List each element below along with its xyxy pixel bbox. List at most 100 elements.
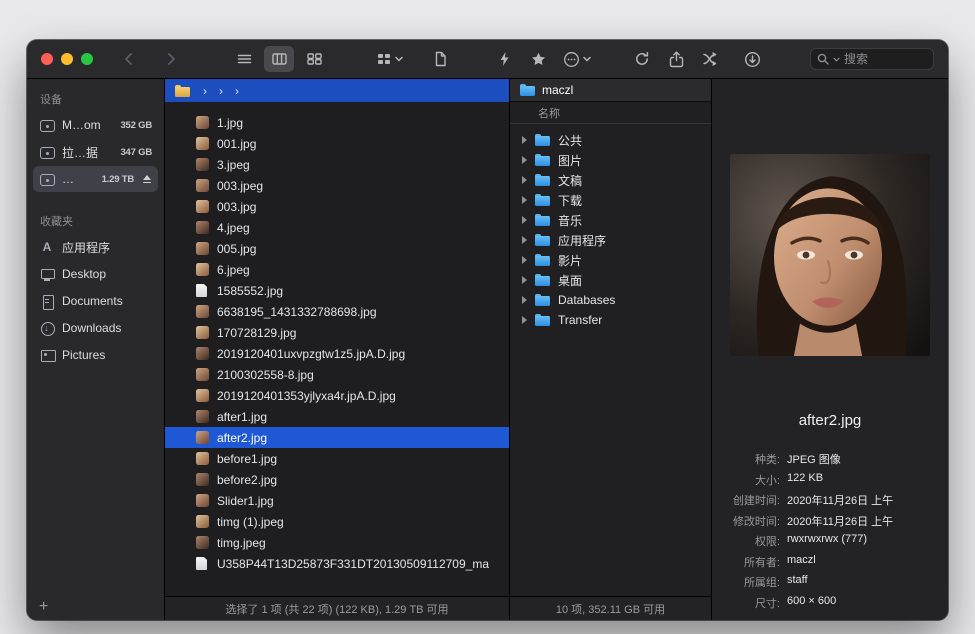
file-name: 003.jpeg <box>217 179 263 193</box>
folder-row[interactable]: 文稿 <box>510 170 711 190</box>
sidebar-favorite-item[interactable]: Documents <box>33 288 158 314</box>
file-row[interactable]: before2.jpg <box>165 469 509 490</box>
sidebar-item-label: … <box>62 172 74 186</box>
file-thumbnail-icon <box>196 242 209 255</box>
file-info-value: rwxrwxrwx (777) <box>787 533 948 549</box>
file-row[interactable]: Slider1.jpg <box>165 490 509 511</box>
file-row[interactable]: 1.jpg <box>165 112 509 133</box>
folder-row[interactable]: Transfer <box>510 310 711 330</box>
sidebar-item-icon <box>39 348 55 362</box>
gallery-view-button[interactable] <box>299 46 329 72</box>
file-row[interactable]: 005.jpg <box>165 238 509 259</box>
refresh-button[interactable] <box>630 46 654 72</box>
file-row[interactable]: 4.jpeg <box>165 217 509 238</box>
disclosure-triangle-icon[interactable] <box>522 276 527 284</box>
file-info-label: 修改时间: <box>720 513 780 529</box>
back-button[interactable] <box>117 46 141 72</box>
column-view-button[interactable] <box>264 46 294 72</box>
eject-icon[interactable] <box>141 174 152 185</box>
disclosure-triangle-icon[interactable] <box>522 296 527 304</box>
file-row[interactable]: timg.jpeg <box>165 532 509 553</box>
group-by-button[interactable] <box>373 46 406 72</box>
disclosure-triangle-icon[interactable] <box>522 256 527 264</box>
search-input[interactable] <box>844 52 927 66</box>
folder-row[interactable]: 桌面 <box>510 270 711 290</box>
file-row[interactable]: after1.jpg <box>165 406 509 427</box>
folder-row[interactable]: Databases <box>510 290 711 310</box>
disclosure-triangle-icon[interactable] <box>522 216 527 224</box>
lightning-icon <box>498 51 511 67</box>
folder-name: 影片 <box>558 252 582 269</box>
breadcrumb-segment[interactable] <box>229 84 245 98</box>
disclosure-triangle-icon[interactable] <box>522 156 527 164</box>
merge-arrows-button[interactable] <box>698 46 722 72</box>
sidebar-favorite-item[interactable]: Downloads <box>33 315 158 341</box>
file-row[interactable]: 2019120401uxvpzgtw1z5.jpA.D.jpg <box>165 343 509 364</box>
file-row[interactable]: U358P44T13D25873F331DT20130509112709_ma <box>165 553 509 574</box>
disclosure-triangle-icon[interactable] <box>522 316 527 324</box>
sidebar-device-item[interactable]: 拉…据 347 GB <box>33 139 158 165</box>
forward-button[interactable] <box>159 46 183 72</box>
sidebar-favorite-item[interactable]: 应用程序 <box>33 234 158 260</box>
file-row[interactable]: 2019120401353yjlyxa4r.jpA.D.jpg <box>165 385 509 406</box>
folder-row[interactable]: 音乐 <box>510 210 711 230</box>
file-thumbnail-icon <box>196 179 209 192</box>
share-button[interactable] <box>664 46 688 72</box>
folder-row[interactable]: 图片 <box>510 150 711 170</box>
file-name: 6638195_1431332788698.jpg <box>217 305 377 319</box>
folder-row[interactable]: 下载 <box>510 190 711 210</box>
more-options-button[interactable] <box>560 46 594 72</box>
favorite-button[interactable] <box>526 46 550 72</box>
disclosure-triangle-icon[interactable] <box>522 136 527 144</box>
finder-window: 设备 M…om 352 GB 拉…据 347 GB <box>27 40 948 620</box>
sidebar-item-icon <box>39 294 55 308</box>
zoom-window-button[interactable] <box>81 53 93 65</box>
file-row[interactable]: timg (1).jpeg <box>165 511 509 532</box>
file-name: 2019120401353yjlyxa4r.jpA.D.jpg <box>217 389 396 403</box>
document-action-button[interactable] <box>428 46 452 72</box>
disclosure-triangle-icon[interactable] <box>522 176 527 184</box>
folder-row[interactable]: 公共 <box>510 130 711 150</box>
file-row[interactable]: 2100302558-8.jpg <box>165 364 509 385</box>
refresh-icon <box>634 51 650 67</box>
sidebar-device-item[interactable]: … 1.29 TB <box>33 166 158 192</box>
file-row[interactable]: 1585552.jpg <box>165 280 509 301</box>
file-info-list: 种类: JPEG 图像 大小: 122 KB 创建时间: 2020年11月26日… <box>712 451 948 611</box>
file-thumbnail-icon <box>196 284 207 297</box>
file-row[interactable]: 6638195_1431332788698.jpg <box>165 301 509 322</box>
file-row[interactable]: 003.jpeg <box>165 175 509 196</box>
disclosure-triangle-icon[interactable] <box>522 196 527 204</box>
breadcrumb-segment[interactable] <box>197 84 213 98</box>
disclosure-triangle-icon[interactable] <box>522 236 527 244</box>
folder-row[interactable]: 影片 <box>510 250 711 270</box>
download-button[interactable] <box>740 46 764 72</box>
sidebar-device-item[interactable]: M…om 352 GB <box>33 112 158 138</box>
path-bar[interactable] <box>165 79 509 102</box>
file-row[interactable]: before1.jpg <box>165 448 509 469</box>
sidebar-favorite-item[interactable]: Desktop <box>33 261 158 287</box>
quick-actions-button[interactable] <box>492 46 516 72</box>
main-content: 设备 M…om 352 GB 拉…据 347 GB <box>27 79 948 620</box>
file-row[interactable]: after2.jpg <box>165 427 509 448</box>
chevron-down-icon <box>583 56 591 62</box>
close-window-button[interactable] <box>41 53 53 65</box>
sidebar-item-label: 应用程序 <box>62 239 110 256</box>
list-view-button[interactable] <box>229 46 259 72</box>
file-row[interactable]: 001.jpg <box>165 133 509 154</box>
sidebar-favorite-item[interactable]: Pictures <box>33 342 158 368</box>
folder-pane-header[interactable]: maczl <box>510 79 711 102</box>
file-thumbnail-icon <box>196 452 209 465</box>
add-button[interactable]: + <box>39 599 48 615</box>
search-field[interactable] <box>810 48 934 70</box>
file-row[interactable]: 6.jpeg <box>165 259 509 280</box>
minimize-window-button[interactable] <box>61 53 73 65</box>
file-row[interactable]: 170728129.jpg <box>165 322 509 343</box>
file-list: 1.jpg 001.jpg 3.jpeg 003.jpeg <box>165 102 509 596</box>
name-column-header[interactable]: 名称 <box>510 102 711 124</box>
file-row[interactable]: 003.jpg <box>165 196 509 217</box>
breadcrumb-segment[interactable] <box>213 84 229 98</box>
file-row[interactable]: 3.jpeg <box>165 154 509 175</box>
file-info-value: 122 KB <box>787 472 948 488</box>
group-icon <box>376 51 392 67</box>
folder-row[interactable]: 应用程序 <box>510 230 711 250</box>
